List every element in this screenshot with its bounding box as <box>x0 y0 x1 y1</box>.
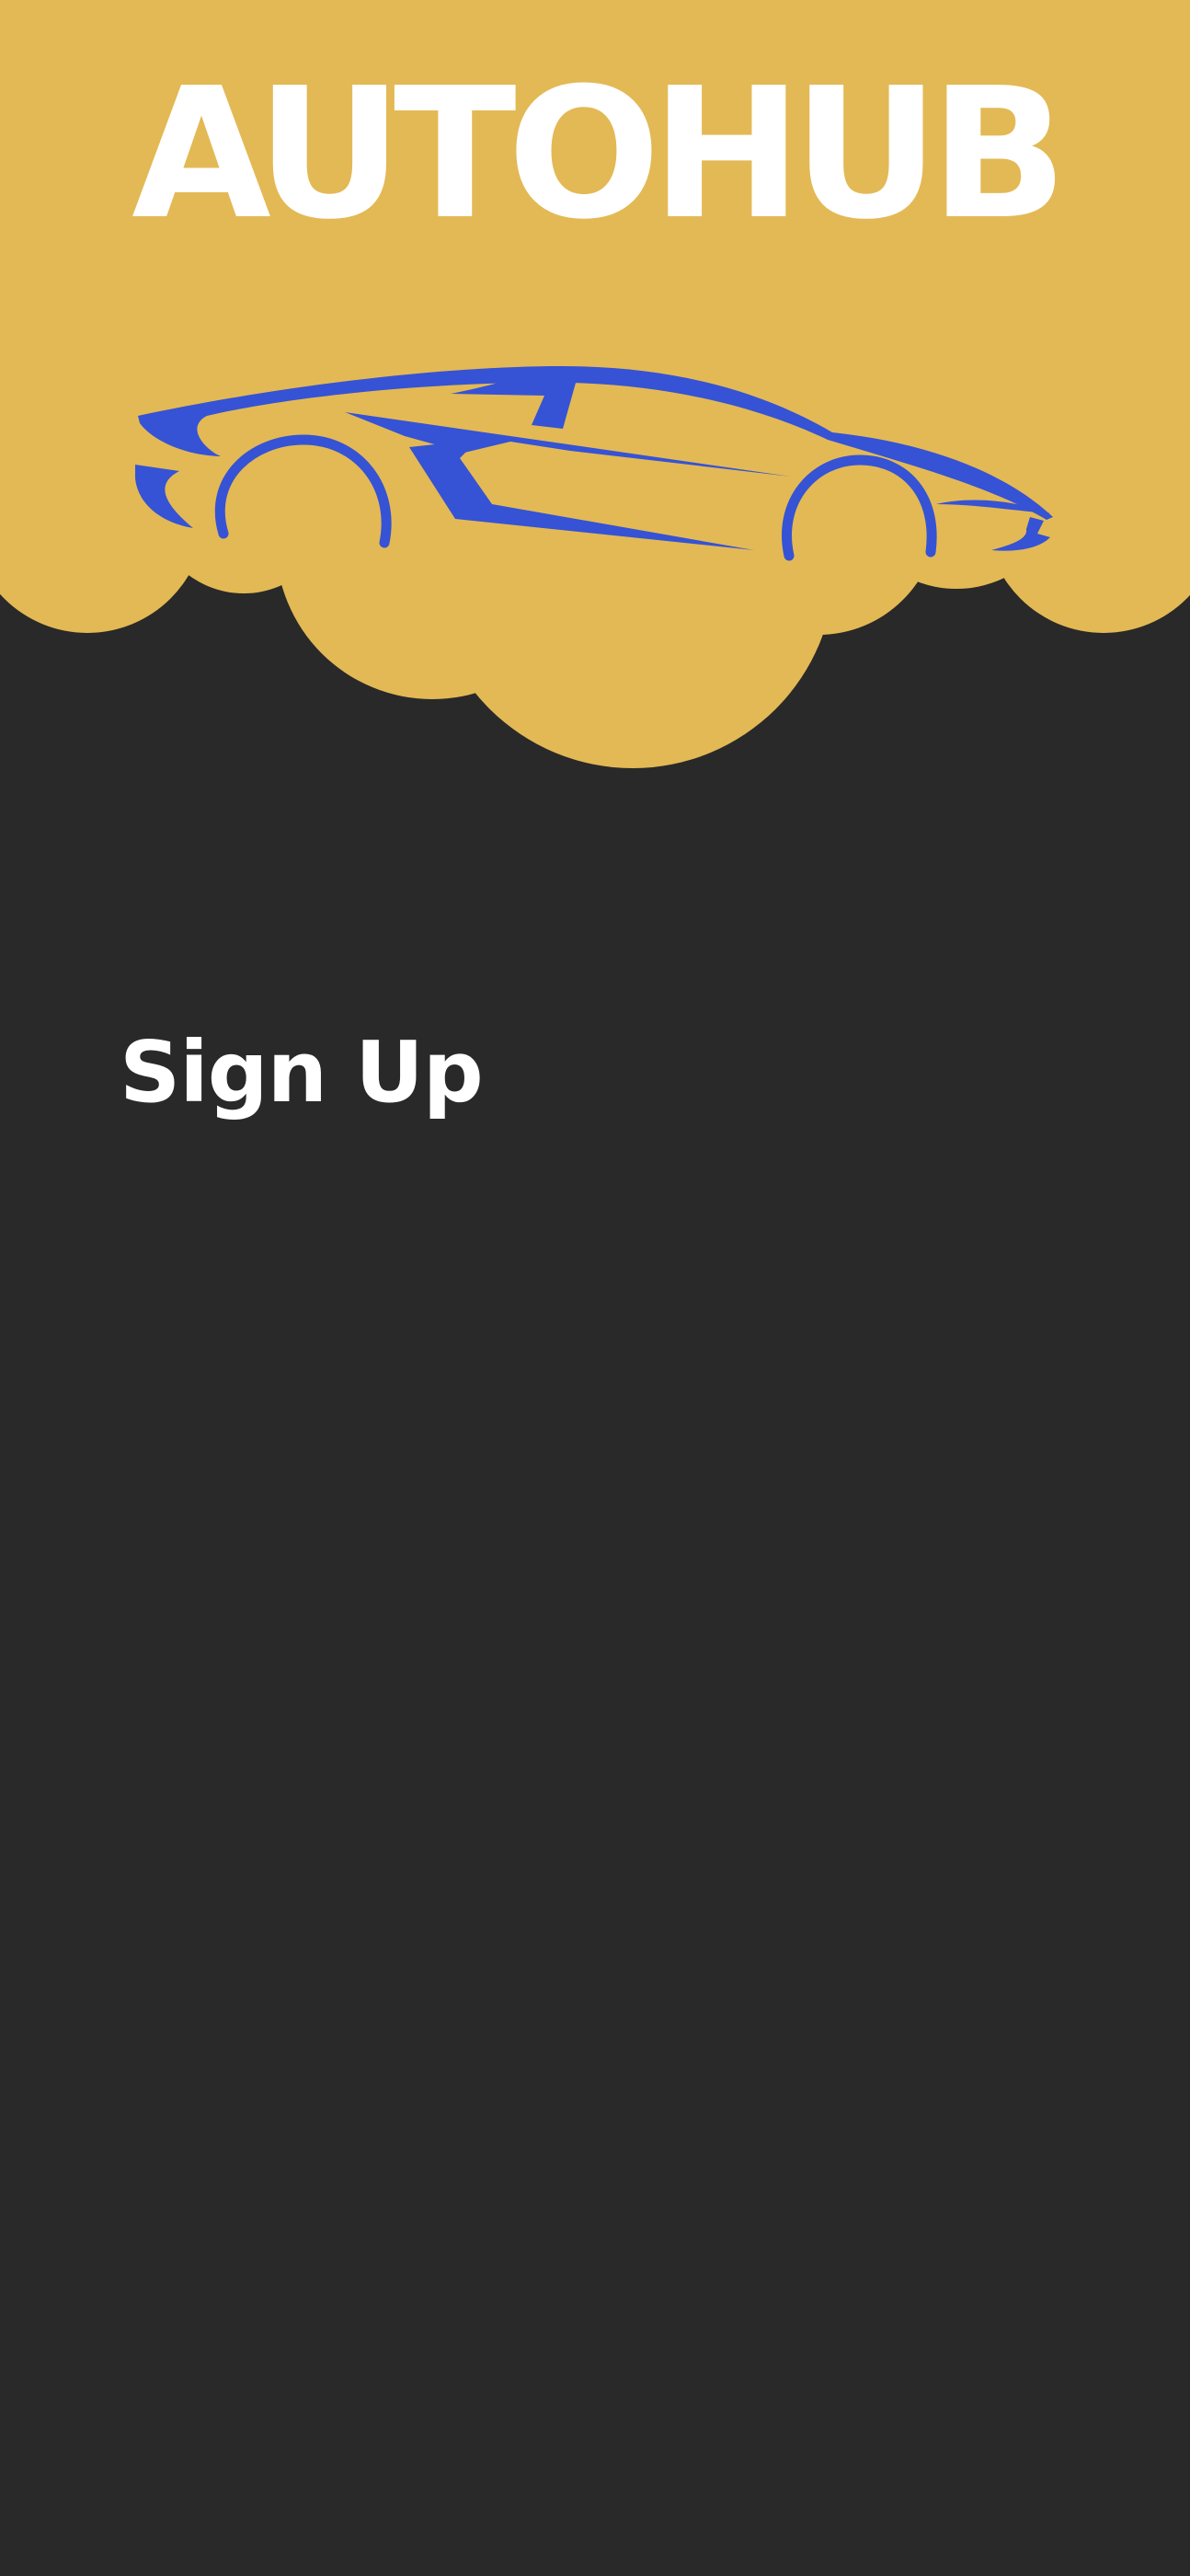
brand-header: AUTOHUB <box>0 0 1190 773</box>
page-title: Sign Up <box>120 1023 484 1121</box>
sports-car-icon <box>135 366 1053 561</box>
brand-logo-text: AUTOHUB <box>132 50 1068 259</box>
